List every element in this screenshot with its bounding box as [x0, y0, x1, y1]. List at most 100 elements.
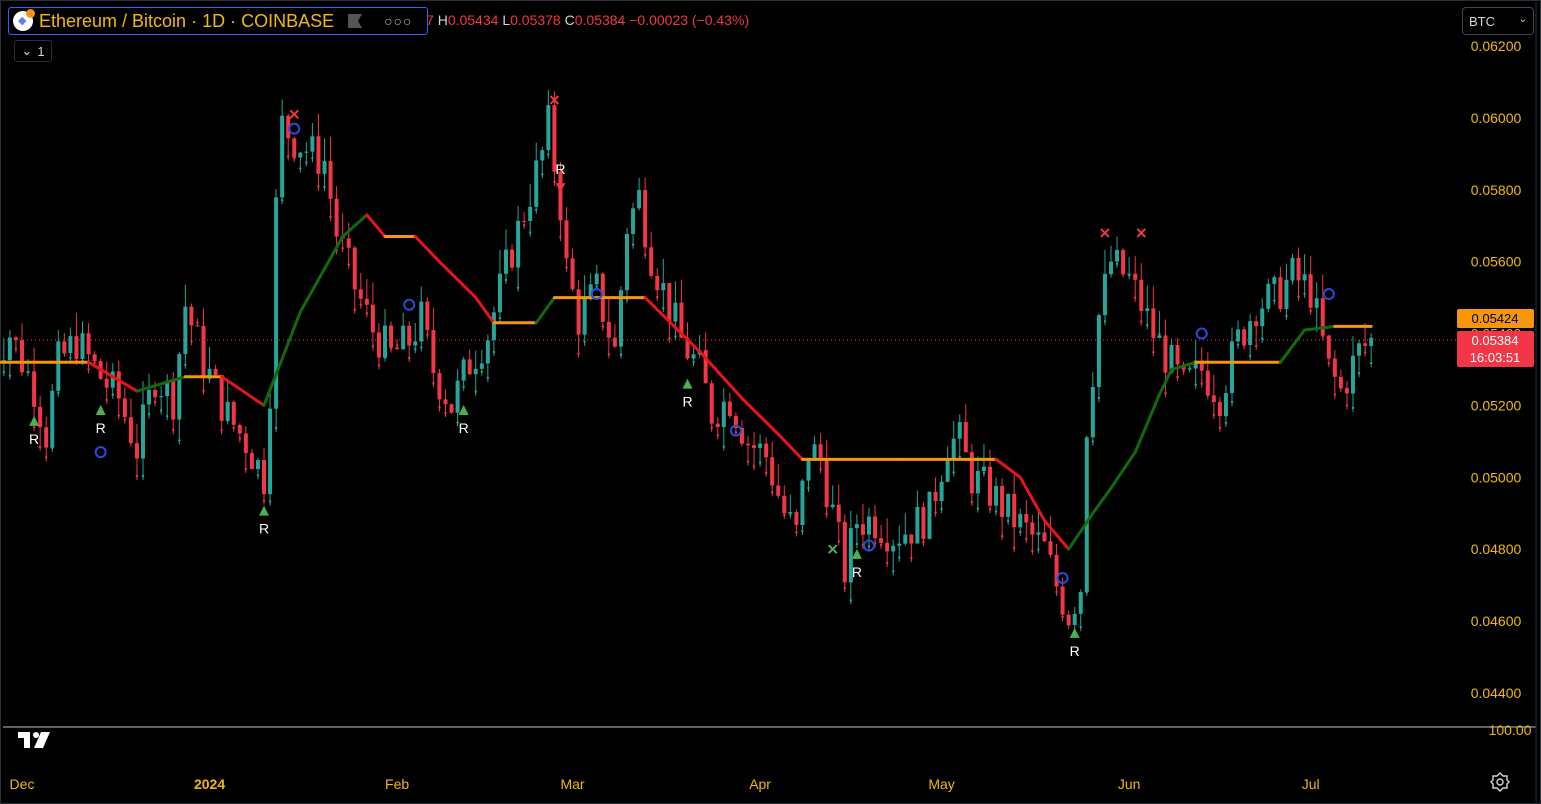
candle — [183, 284, 188, 369]
candle-dot — [1206, 394, 1210, 397]
candle-body — [1296, 257, 1301, 281]
candle-dot — [159, 409, 163, 412]
candle — [1351, 336, 1355, 412]
candle-body — [1115, 249, 1120, 262]
signal-up-arrow — [851, 548, 862, 559]
candle — [830, 485, 835, 510]
candle-body — [721, 401, 726, 427]
candle-body — [255, 460, 260, 470]
candle — [1248, 314, 1253, 360]
signal-up-arrow — [1069, 627, 1080, 638]
clipped-value: 7 — [426, 12, 434, 28]
candle — [419, 286, 424, 352]
candle-dot — [716, 434, 719, 437]
candle-body — [497, 273, 502, 313]
candle — [667, 282, 672, 343]
candle-body — [1223, 393, 1228, 417]
candle — [842, 514, 847, 593]
candle — [625, 227, 629, 304]
candle-dot — [153, 401, 157, 404]
ma-value-tag: 0.05424 — [1457, 309, 1534, 328]
candle-body — [316, 136, 321, 174]
candle-body — [455, 380, 460, 413]
candle-body — [92, 354, 97, 362]
candle-body — [334, 198, 339, 237]
currency-value: BTC — [1469, 13, 1495, 29]
candle-body — [7, 337, 12, 361]
candle-dot — [1000, 534, 1004, 538]
candle-dot — [643, 253, 647, 257]
candle-dot — [692, 360, 695, 364]
candle-body — [504, 249, 508, 274]
symbol-title-box[interactable]: ◆ Ethereum / Bitcoin · 1D · COINBASE ○○○ — [8, 7, 428, 35]
signal-label: R — [852, 564, 862, 580]
candle-dot — [1031, 549, 1034, 553]
candle-body — [975, 470, 980, 494]
signal-label: R — [96, 420, 106, 436]
candle-body — [994, 486, 999, 506]
candle-dot — [1242, 344, 1246, 347]
candle — [927, 491, 932, 540]
candle — [304, 142, 309, 167]
candle — [637, 177, 642, 211]
candle-dot — [668, 337, 671, 340]
candle-dot — [395, 344, 399, 347]
candle — [128, 398, 133, 447]
candle-dot — [583, 340, 586, 344]
candle — [1302, 254, 1307, 298]
candle-dot — [26, 371, 30, 374]
candle-body — [957, 422, 962, 439]
candle-body — [570, 258, 575, 290]
candle-dot — [1255, 344, 1258, 348]
tradingview-logo-icon[interactable] — [18, 730, 58, 750]
candle-dot — [746, 460, 750, 463]
candle-body — [159, 396, 164, 398]
candle-body — [576, 289, 581, 335]
candle — [709, 380, 714, 432]
candle — [237, 423, 242, 443]
collapse-indicators-button[interactable]: ⌄ 1 — [14, 40, 52, 62]
candle-dot — [450, 409, 453, 412]
candle-body — [1096, 315, 1101, 387]
candle-body — [606, 321, 611, 338]
candle — [582, 275, 587, 346]
candle — [576, 279, 581, 358]
candle-dot — [565, 266, 568, 269]
candle-dot — [1176, 375, 1179, 379]
candle-dot — [432, 382, 435, 385]
cross-marker — [827, 544, 838, 554]
candle-body — [44, 427, 49, 448]
candle-dot — [777, 493, 780, 496]
price-chart[interactable]: R R R R R R R R 0.06200 0.06000 0.05800 0.05600 0.0… — [0, 0, 1541, 804]
candle-dot — [1146, 324, 1149, 327]
candle — [407, 321, 412, 363]
candle-body — [873, 516, 878, 539]
candle-dot — [1279, 306, 1282, 310]
candle-body — [328, 161, 333, 199]
candle — [1036, 511, 1041, 554]
currency-select[interactable]: BTC ⌄ — [1462, 7, 1534, 35]
candle — [957, 414, 962, 461]
gear-icon[interactable] — [1490, 772, 1510, 792]
candle-dot — [1357, 372, 1361, 375]
flag-icon[interactable] — [348, 14, 363, 28]
signal-down-arrow — [555, 183, 566, 193]
candle-body — [1338, 376, 1343, 389]
candle-dot — [1121, 272, 1125, 275]
candle — [673, 281, 678, 341]
candle-body — [643, 190, 648, 248]
more-icon[interactable]: ○○○ — [384, 13, 412, 29]
candle-dot — [1019, 530, 1022, 534]
indicator-count: 1 — [37, 43, 45, 59]
candle — [733, 412, 738, 437]
candle-dot — [928, 534, 931, 537]
candle-dot — [1224, 421, 1228, 425]
y-tick-label: 0.04800 — [1471, 541, 1522, 557]
candle-body — [1133, 273, 1138, 280]
candle-body — [522, 220, 527, 222]
candle — [491, 306, 496, 357]
low-key: L — [502, 12, 511, 28]
candle-body — [38, 406, 43, 428]
candle-body — [1030, 522, 1035, 535]
candle-body — [927, 491, 932, 539]
